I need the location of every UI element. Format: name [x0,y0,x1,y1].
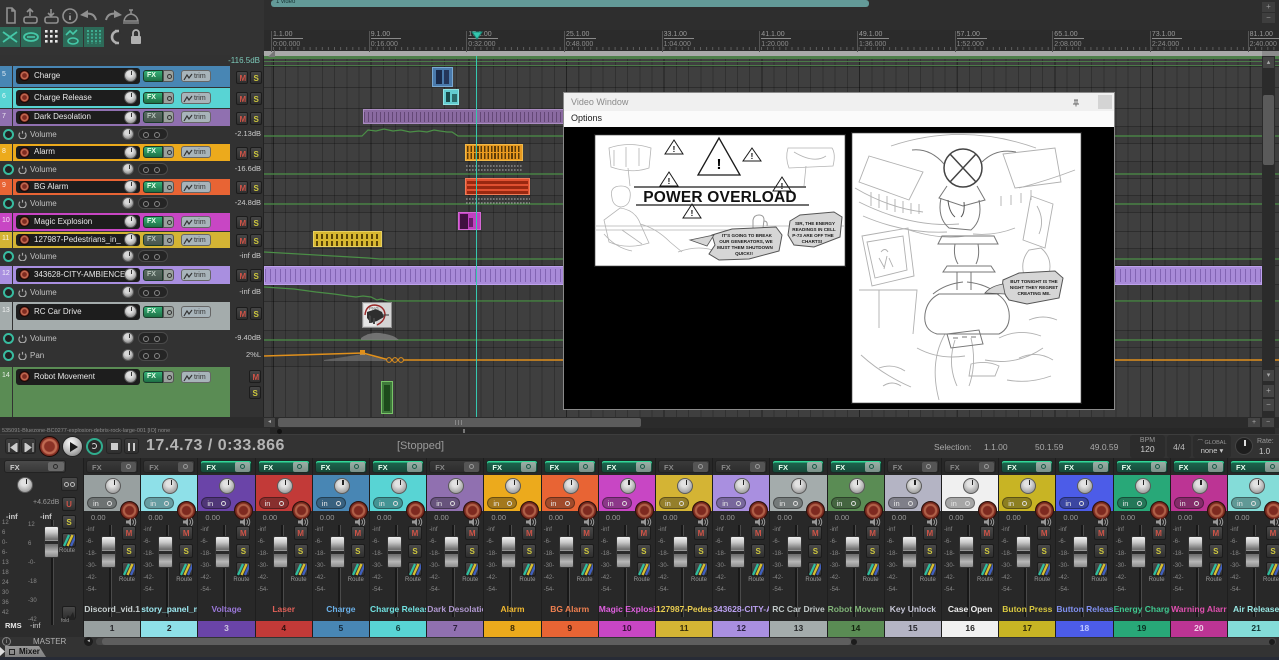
svg-text:READINGS IN CELL: READINGS IN CELL [792,227,836,232]
svg-text:CHARTS!: CHARTS! [802,239,823,244]
svg-text:SIR, THE ENERGY: SIR, THE ENERGY [795,221,835,226]
svg-text:!: ! [691,209,694,218]
svg-text:CREATING ME.: CREATING ME. [1017,291,1050,296]
svg-text:P-73 ARE OFF THE: P-73 ARE OFF THE [792,233,833,238]
svg-text:MUST THEM SHUTDOWN: MUST THEM SHUTDOWN [717,245,773,250]
svg-text:QUICK!!: QUICK!! [735,251,753,256]
svg-text:!: ! [751,152,754,161]
svg-text:!: ! [673,145,676,154]
svg-text:OUR GENERATORS, WE: OUR GENERATORS, WE [719,239,772,244]
svg-text:NIGHT THEY REGRET: NIGHT THEY REGRET [1010,285,1058,290]
svg-text:!: ! [668,177,671,186]
svg-text:POWER OVERLOAD: POWER OVERLOAD [643,189,797,206]
svg-text:IT'S GOING TO BREAK: IT'S GOING TO BREAK [722,233,773,238]
svg-text:!: ! [717,156,722,173]
svg-text:BUT TONIGHT IS THE: BUT TONIGHT IS THE [1010,279,1057,284]
svg-text:PNG: PNG [369,306,379,311]
